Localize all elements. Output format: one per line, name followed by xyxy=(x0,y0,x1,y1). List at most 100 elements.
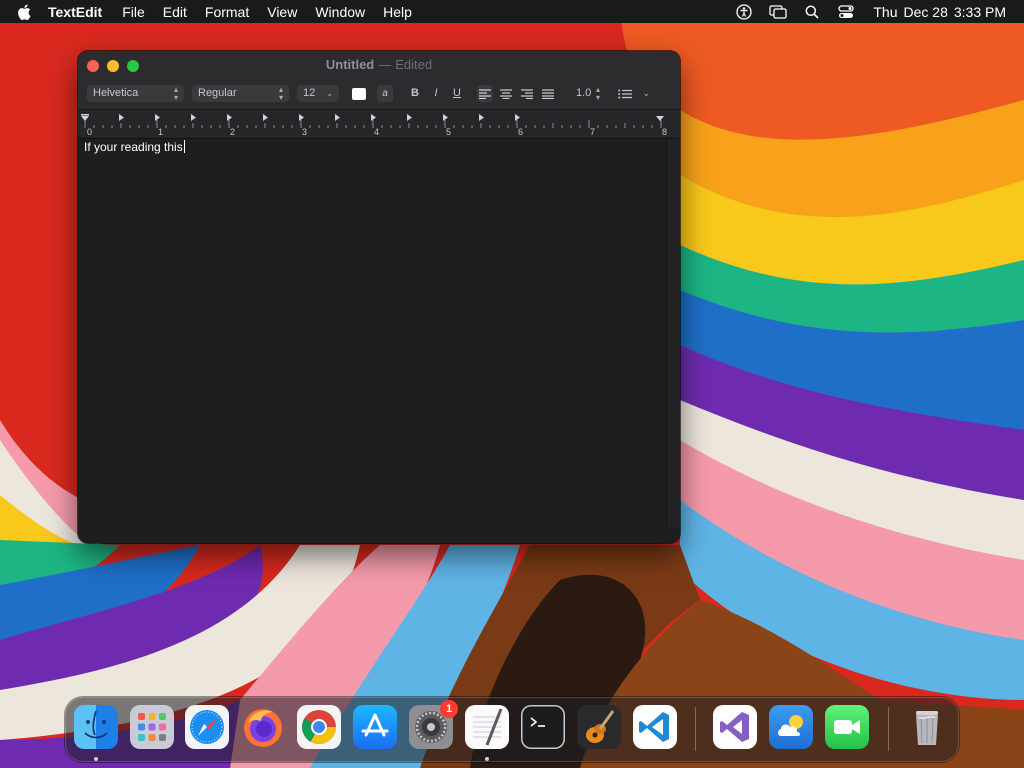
document-text-area[interactable]: If your reading this xyxy=(78,139,666,527)
list-icon xyxy=(618,89,632,98)
finder-running-dot xyxy=(94,757,98,761)
tab-stop-icon[interactable] xyxy=(191,114,196,121)
trash-icon[interactable] xyxy=(905,705,949,749)
tab-stop-icon[interactable] xyxy=(299,114,304,121)
dock-separator xyxy=(888,707,889,751)
title-bar[interactable]: Untitled — Edited Helvetica ▴ ▾ Regular ▴ ▾ … xyxy=(78,51,680,110)
text-caret xyxy=(183,140,185,153)
ruler-label: 4 xyxy=(374,127,379,137)
safari-icon[interactable] xyxy=(185,705,229,749)
italic-button[interactable]: I xyxy=(429,85,443,102)
tab-stop-icon[interactable] xyxy=(371,114,376,121)
tab-stop-icon[interactable] xyxy=(263,114,268,121)
visual-studio-icon[interactable] xyxy=(713,705,757,749)
garageband-icon[interactable] xyxy=(577,705,621,749)
weather-icon[interactable] xyxy=(769,705,813,749)
align-right-icon xyxy=(521,88,533,99)
textedit-icon[interactable] xyxy=(465,705,509,749)
font-style-popup[interactable]: Regular ▴ ▾ xyxy=(192,85,289,102)
tab-stop-icon[interactable] xyxy=(479,114,484,121)
app-menu-textedit[interactable]: TextEdit xyxy=(48,4,102,20)
ruler-label: 0 xyxy=(87,127,92,137)
menu-window[interactable]: Window xyxy=(315,4,365,20)
menu-help[interactable]: Help xyxy=(383,4,412,20)
app-store-icon[interactable] xyxy=(353,705,397,749)
screen-mirroring-icon[interactable] xyxy=(769,4,788,20)
control-center-icon[interactable] xyxy=(837,4,855,20)
dock-separator xyxy=(695,707,696,751)
align-center-button[interactable] xyxy=(498,85,514,102)
align-left-icon xyxy=(479,88,491,99)
menu-file[interactable]: File xyxy=(122,4,145,20)
vscode-icon[interactable] xyxy=(633,705,677,749)
title-separator: — xyxy=(378,57,392,72)
align-right-button[interactable] xyxy=(519,85,535,102)
apple-icon[interactable] xyxy=(18,4,34,20)
tab-stop-icon[interactable] xyxy=(155,114,160,121)
window-bottom-edge xyxy=(78,527,680,543)
firefox-icon[interactable] xyxy=(241,705,285,749)
ruler-label: 8 xyxy=(662,127,667,137)
left-margin-marker-icon[interactable] xyxy=(81,116,89,121)
text-line[interactable]: If your reading this xyxy=(84,139,660,155)
tab-stop-icon[interactable] xyxy=(227,114,232,121)
search-icon[interactable] xyxy=(803,4,821,20)
menu-view[interactable]: View xyxy=(267,4,297,20)
popup-arrows-icon: ▴ ▾ xyxy=(595,84,600,102)
accessibility-icon[interactable] xyxy=(735,3,753,20)
ruler-label: 3 xyxy=(302,127,307,137)
bold-button[interactable]: B xyxy=(408,85,422,102)
tab-stop-icon[interactable] xyxy=(515,114,520,121)
align-left-button[interactable] xyxy=(477,85,493,102)
right-margin-marker-icon[interactable] xyxy=(656,116,664,121)
align-justify-icon xyxy=(542,88,554,99)
document-name[interactable]: Untitled xyxy=(326,57,374,72)
tab-stop-icon[interactable] xyxy=(407,114,412,121)
line-spacing-value: 1.0 xyxy=(576,87,592,99)
facetime-icon[interactable] xyxy=(825,705,869,749)
ruler-label: 2 xyxy=(230,127,235,137)
menubar-clock[interactable]: Thu Dec 28 3:33 PM xyxy=(873,4,1006,20)
textedit-window: Untitled — Edited Helvetica ▴ ▾ Regular ▴ ▾ … xyxy=(78,51,680,543)
font-size-value: 12 xyxy=(303,87,316,99)
chevron-down-icon: ⌄ xyxy=(642,88,650,98)
ruler-label: 7 xyxy=(590,127,595,137)
tab-stop-icon[interactable] xyxy=(335,114,340,121)
font-family-popup[interactable]: Helvetica ▴ ▾ xyxy=(87,85,184,102)
list-bullets-popup[interactable]: ⌄ xyxy=(618,85,650,102)
ruler-label: 5 xyxy=(446,127,451,137)
dock: 1 xyxy=(65,697,959,762)
menu-edit[interactable]: Edit xyxy=(163,4,187,20)
menu-bar: TextEdit File Edit Format View Window He… xyxy=(0,0,1024,23)
ruler-label: 6 xyxy=(518,127,523,137)
font-style-value: Regular xyxy=(198,87,237,99)
tab-stop-icon[interactable] xyxy=(119,114,124,121)
font-size-combo[interactable]: 12 ⌄ xyxy=(297,85,339,102)
highlight-color-button[interactable]: a xyxy=(377,85,393,102)
menu-format[interactable]: Format xyxy=(205,4,249,20)
terminal-icon[interactable] xyxy=(521,705,565,749)
chevron-down-icon: ⌄ xyxy=(326,88,333,98)
font-family-value: Helvetica xyxy=(93,87,139,99)
ruler[interactable]: 0 1 2 3 4 5 6 7 8 xyxy=(78,110,680,139)
finder-icon[interactable] xyxy=(74,705,118,749)
clock-time: 3:33 PM xyxy=(953,3,1006,20)
chrome-icon[interactable] xyxy=(297,705,341,749)
tab-stop-icon[interactable] xyxy=(443,114,448,121)
text-color-well[interactable] xyxy=(352,88,366,100)
clock-day: Thu xyxy=(873,3,898,20)
vertical-scrollbar[interactable] xyxy=(666,139,680,527)
line-spacing-popup[interactable]: 1.0 ▴ ▾ xyxy=(570,85,606,102)
align-justify-button[interactable] xyxy=(540,85,556,102)
align-center-icon xyxy=(500,88,512,99)
popup-arrows-icon: ▴ ▾ xyxy=(278,84,283,102)
launchpad-icon[interactable] xyxy=(130,705,174,749)
window-title: Untitled — Edited xyxy=(78,57,680,72)
ruler-label: 1 xyxy=(158,127,163,137)
first-line-indent-marker-icon[interactable] xyxy=(81,114,89,116)
underline-button[interactable]: U xyxy=(450,85,464,102)
edited-status: Edited xyxy=(395,57,433,72)
ruler-scale: 0 1 2 3 4 5 6 7 8 xyxy=(81,114,667,137)
clock-date: Dec 28 xyxy=(903,3,948,20)
system-settings-icon[interactable]: 1 xyxy=(409,700,458,749)
